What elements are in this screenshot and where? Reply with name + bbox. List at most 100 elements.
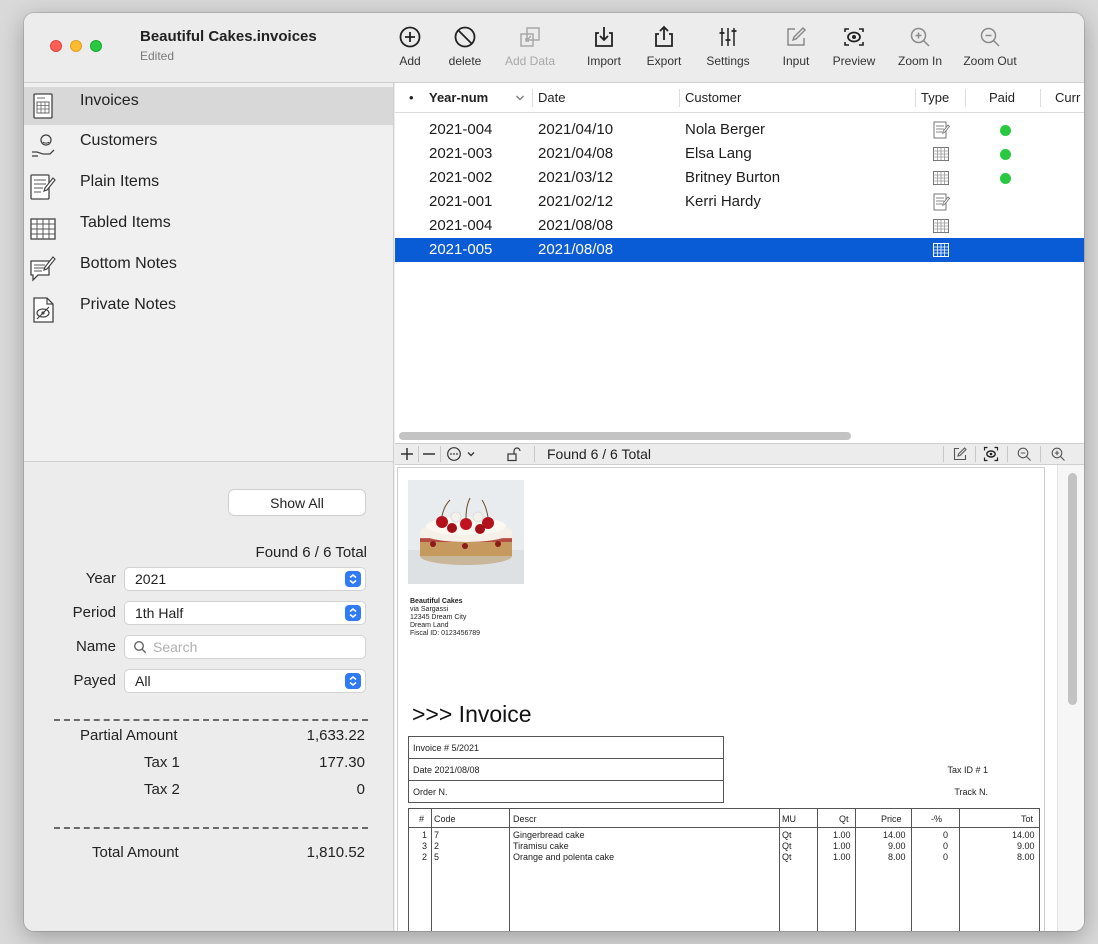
zoom-in-button[interactable]: Zoom In: [892, 19, 948, 79]
minus-icon: [423, 453, 435, 455]
export-label: Export: [646, 54, 682, 68]
sidebar-item-label: Private Notes: [80, 296, 177, 313]
row-date: 2021/04/10: [538, 121, 614, 138]
table-row[interactable]: 2021-003 2021/04/08 Elsa Lang: [395, 142, 1084, 166]
column-header-type[interactable]: Type: [921, 90, 949, 105]
table-row[interactable]: 2021-002 2021/03/12 Britney Burton: [395, 166, 1084, 190]
add-button[interactable]: Add: [390, 19, 430, 79]
row-customer: Elsa Lang: [685, 145, 752, 162]
remove-row-button[interactable]: [421, 445, 437, 463]
delete-button[interactable]: delete: [440, 19, 490, 79]
add-data-label: Add Data: [504, 54, 556, 68]
vertical-scrollbar[interactable]: [1068, 473, 1077, 705]
search-input[interactable]: [153, 638, 353, 656]
minimize-window-button[interactable]: [70, 40, 82, 52]
column-header-date[interactable]: Date: [538, 90, 565, 105]
item-discount: 0: [943, 830, 949, 840]
column-header-marker[interactable]: •: [409, 90, 414, 105]
divider: [54, 719, 368, 721]
input-button[interactable]: Input: [774, 19, 818, 79]
zoom-out-label: Zoom Out: [963, 54, 1017, 68]
add-data-icon: [520, 27, 540, 47]
item-price: 8.00: [888, 852, 906, 862]
row-date: 2021/08/08: [538, 217, 614, 234]
item-code: 2: [434, 841, 440, 851]
add-row-button[interactable]: [399, 445, 415, 463]
sidebar-item-invoices[interactable]: Invoices: [24, 87, 393, 125]
import-button[interactable]: Import: [580, 19, 628, 79]
zoom-out-icon: [1017, 447, 1031, 461]
table-row[interactable]: 2021-005 2021/08/08: [395, 238, 1084, 262]
item-total: 14.00: [1012, 830, 1035, 840]
invoice-sheet-icon: [33, 93, 53, 119]
company-city: 12345 Dream City: [410, 614, 467, 621]
company-name: Beautiful Cakes: [410, 598, 463, 605]
sidebar-item-private-notes[interactable]: Private Notes: [24, 291, 393, 329]
zoom-in-icon: [1051, 447, 1065, 461]
row-customer: Kerri Hardy: [685, 193, 761, 210]
sidebar-item-plain-items[interactable]: Plain Items: [24, 168, 393, 206]
paid-indicator: [1000, 125, 1011, 136]
separator: [1040, 446, 1041, 462]
export-button[interactable]: Export: [640, 19, 688, 79]
zoom-in-small-button[interactable]: [1049, 445, 1067, 463]
zoom-window-button[interactable]: [90, 40, 102, 52]
item-descr: Orange and polenta cake: [513, 852, 615, 862]
preview-button[interactable]: Preview: [826, 19, 882, 79]
unlock-icon: [507, 447, 521, 462]
search-icon: [133, 640, 147, 654]
close-window-button[interactable]: [50, 40, 62, 52]
column-rule: [431, 809, 432, 931]
year-select[interactable]: 2021: [124, 567, 366, 591]
zoom-out-small-button[interactable]: [1015, 445, 1033, 463]
name-search-field[interactable]: [124, 635, 366, 659]
separator: [418, 446, 419, 462]
item-discount: 0: [943, 841, 949, 851]
plain-items-icon: [933, 193, 950, 211]
add-data-button[interactable]: Add Data: [500, 19, 560, 79]
period-value: 1th Half: [135, 605, 184, 621]
item-header-price: Price: [881, 814, 902, 824]
sidebar-item-label: Plain Items: [80, 173, 160, 190]
plain-items-icon: [933, 121, 950, 139]
lock-button[interactable]: [505, 445, 521, 463]
table-row[interactable]: 2021-004 2021/04/10 Nola Berger: [395, 118, 1084, 142]
export-share-icon: [655, 25, 673, 47]
tax1-label: Tax 1: [144, 754, 180, 771]
row-year-num: 2021-005: [429, 241, 493, 258]
table-row[interactable]: 2021-004 2021/08/08: [395, 214, 1084, 238]
row-customer: Britney Burton: [685, 169, 781, 186]
preview-mode-button[interactable]: [982, 445, 1000, 463]
column-rule: [855, 809, 856, 931]
table-row[interactable]: 2021-001 2021/02/12 Kerri Hardy: [395, 190, 1084, 214]
row-year-num: 2021-002: [429, 169, 493, 186]
column-header-paid[interactable]: Paid: [989, 90, 1015, 105]
sidebar-item-customers[interactable]: Customers: [24, 127, 393, 165]
column-header-customer[interactable]: Customer: [685, 90, 741, 105]
row-date: 2021/04/08: [538, 145, 614, 162]
item-num: 1: [422, 830, 428, 840]
item-descr: Gingerbread cake: [513, 830, 585, 840]
item-total: 8.00: [1017, 852, 1035, 862]
sidebar-item-bottom-notes[interactable]: Bottom Notes: [24, 250, 393, 288]
column-rule: [509, 809, 510, 931]
settings-button[interactable]: Settings: [700, 19, 756, 79]
preview-label: Preview: [832, 54, 876, 68]
sidebar-item-tabled-items[interactable]: Tabled Items: [24, 209, 393, 247]
column-header-currency[interactable]: Curr: [1055, 90, 1080, 105]
invoice-date-box: Date 2021/08/08: [408, 758, 724, 781]
column-header-year-num[interactable]: Year-num: [429, 90, 488, 105]
zoom-out-button[interactable]: Zoom Out: [958, 19, 1022, 79]
show-all-button[interactable]: Show All: [228, 489, 366, 516]
action-menu-button[interactable]: [444, 445, 478, 463]
column-rule: [817, 809, 818, 931]
name-label: Name: [75, 638, 116, 655]
invoice-number-box: Invoice # 5/2021: [408, 736, 724, 759]
horizontal-scrollbar[interactable]: [399, 432, 851, 440]
payed-select[interactable]: All: [124, 669, 366, 693]
item-price: 14.00: [883, 830, 906, 840]
period-select[interactable]: 1th Half: [124, 601, 366, 625]
input-mode-button[interactable]: [951, 445, 969, 463]
column-rule: [779, 809, 780, 931]
company-fiscal-id: Fiscal ID: 0123456789: [410, 630, 481, 637]
